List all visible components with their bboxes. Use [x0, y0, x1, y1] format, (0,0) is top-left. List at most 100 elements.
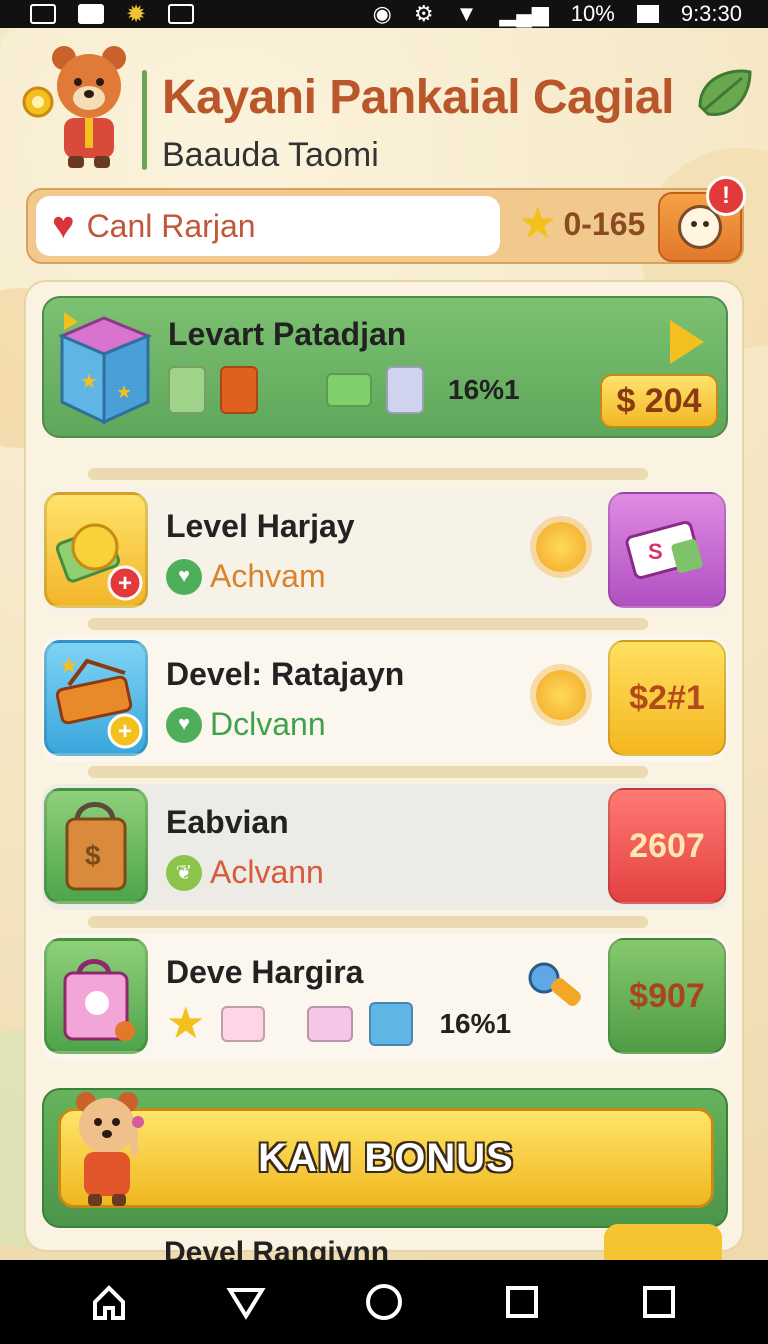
search-bar: ♥ Canl Rarjan ★ 0-165 !	[26, 176, 746, 264]
item-title: Devel: Ratajayn	[166, 656, 405, 692]
level-list-panel: ★ ★ Levart Patadjan 16%1 $ 204 + Level H…	[24, 280, 744, 1252]
key-icon	[528, 962, 581, 1006]
status-left-icons: ✹	[30, 0, 195, 29]
money-bill-icon	[326, 373, 372, 407]
back-icon[interactable]	[224, 1280, 268, 1324]
sun-icon	[536, 670, 586, 720]
svg-text:S: S	[648, 539, 663, 564]
coin-stack-icon: +	[55, 523, 143, 601]
home-icon[interactable]	[87, 1280, 131, 1324]
ticket-icon: S	[625, 521, 703, 579]
svg-text:★: ★	[116, 382, 132, 402]
heart-icon: ♥	[52, 205, 75, 247]
overview-icon[interactable]	[637, 1280, 681, 1324]
list-item[interactable]: Deve Hargira ★ 16%1 $907	[42, 934, 728, 1060]
price-button[interactable]: $ 204	[600, 374, 718, 428]
bonus-button[interactable]: KAM BONUS	[58, 1108, 714, 1208]
settings-icon: ⚙	[413, 1, 434, 26]
ticket-icon	[221, 1006, 266, 1042]
image-icon	[168, 4, 195, 24]
sun-icon: ✹	[126, 0, 147, 28]
flag-icon	[78, 4, 104, 24]
reward-tile[interactable]: S	[608, 492, 726, 608]
list-item-partial[interactable]: Devel Rangivnn	[40, 1224, 730, 1260]
item-status-text: Achvam	[210, 558, 326, 594]
item-icons: 16%1	[168, 366, 520, 414]
search-text: Canl Rarjan	[86, 207, 256, 244]
battery-icon	[636, 5, 659, 23]
reward-button[interactable]: $2#1	[608, 640, 726, 756]
header-divider	[142, 70, 147, 170]
page-subtitle: Baauda Taomi	[162, 136, 379, 174]
status-right-icons: ◉ ⚙ ▼ ▂▄▆ 10% 9:3:30	[373, 1, 742, 27]
gift-box-icon: ★ ★	[58, 312, 152, 425]
item-title: Eabvian	[166, 804, 289, 840]
bear-mascot-icon	[76, 1092, 144, 1206]
divider	[88, 916, 648, 928]
money-bag-icon: $	[65, 802, 127, 891]
battery-percent: 10%	[570, 1, 615, 26]
svg-text:+: +	[118, 570, 132, 597]
star-icon: ★	[518, 199, 558, 248]
heart-badge-icon: ♥	[166, 706, 202, 743]
svg-text:$: $	[85, 840, 101, 871]
sun-icon	[536, 522, 586, 572]
red-card-icon	[220, 366, 258, 414]
item-icons: ★ 16%1	[166, 1000, 511, 1048]
leaf-icon[interactable]	[694, 66, 754, 120]
signal-icon: ▂▄▆	[499, 1, 549, 26]
home-circle-icon[interactable]	[362, 1280, 406, 1324]
star-counter: ★ 0-165	[518, 202, 645, 246]
shopping-bag-icon	[63, 959, 135, 1041]
box-icon	[369, 1002, 414, 1046]
divider	[88, 766, 648, 778]
list-item[interactable]: $ Eabvian ❦ Aclvann 2607	[42, 784, 728, 910]
search-field[interactable]: ♥ Canl Rarjan	[36, 196, 500, 256]
item-title: Levart Patadjan	[168, 316, 407, 352]
star-icon: ★	[166, 999, 206, 1048]
bag-tile: $	[44, 788, 148, 904]
item-status: ♥ Achvam	[166, 558, 326, 595]
basket-icon: ★ +	[55, 653, 143, 749]
page-title: Kayani Pankaial Cagial	[162, 71, 674, 124]
wifi-icon: ▼	[455, 1, 478, 26]
star-count: 0-165	[563, 205, 646, 242]
heart-badge-icon: ♥	[166, 558, 202, 595]
item-status: ♥ Dclvann	[166, 706, 326, 743]
reward-button[interactable]	[604, 1224, 722, 1260]
reward-button[interactable]: 2607	[608, 788, 726, 904]
item-status: ❦ Aclvann	[166, 854, 324, 891]
recents-icon[interactable]	[500, 1280, 544, 1324]
header: Kayani Pankaial Cagial Baauda Taomi	[18, 42, 752, 182]
play-arrow-icon[interactable]	[670, 320, 704, 364]
reward-button[interactable]: $907	[608, 938, 726, 1054]
item-title: Deve Hargira	[166, 954, 364, 990]
coupon-icon	[307, 1006, 354, 1042]
item-percent: 16%1	[439, 1008, 512, 1039]
svg-text:★: ★	[59, 653, 79, 678]
bear-mascot-icon	[22, 46, 126, 168]
basket-tile: ★ +	[44, 640, 148, 756]
machine-icon	[386, 366, 424, 414]
navigation-bar	[0, 1260, 768, 1344]
svg-text:+: +	[118, 718, 132, 745]
item-title: Devel Rangivnn	[164, 1236, 390, 1260]
list-item[interactable]: ★ + Devel: Ratajayn ♥ Dclvann $2#1	[42, 636, 728, 762]
svg-text:★: ★	[80, 371, 98, 393]
notification-badge: !	[706, 176, 746, 216]
camera-icon: ◉	[372, 1, 392, 26]
divider	[88, 618, 648, 630]
bonus-banner: KAM BONUS	[42, 1088, 728, 1228]
list-item-featured[interactable]: ★ ★ Levart Patadjan 16%1 $ 204	[42, 296, 728, 438]
clock: 9:3:30	[680, 1, 742, 26]
leaf-badge-icon: ❦	[166, 854, 202, 891]
item-status-text: Dclvann	[210, 706, 326, 742]
notification-icon	[30, 4, 56, 24]
item-status-text: Aclvann	[210, 854, 324, 890]
list-item[interactable]: + Level Harjay ♥ Achvam S	[42, 488, 728, 614]
item-percent: 16%1	[448, 374, 520, 405]
shopping-tile	[44, 938, 148, 1054]
divider	[88, 468, 648, 480]
